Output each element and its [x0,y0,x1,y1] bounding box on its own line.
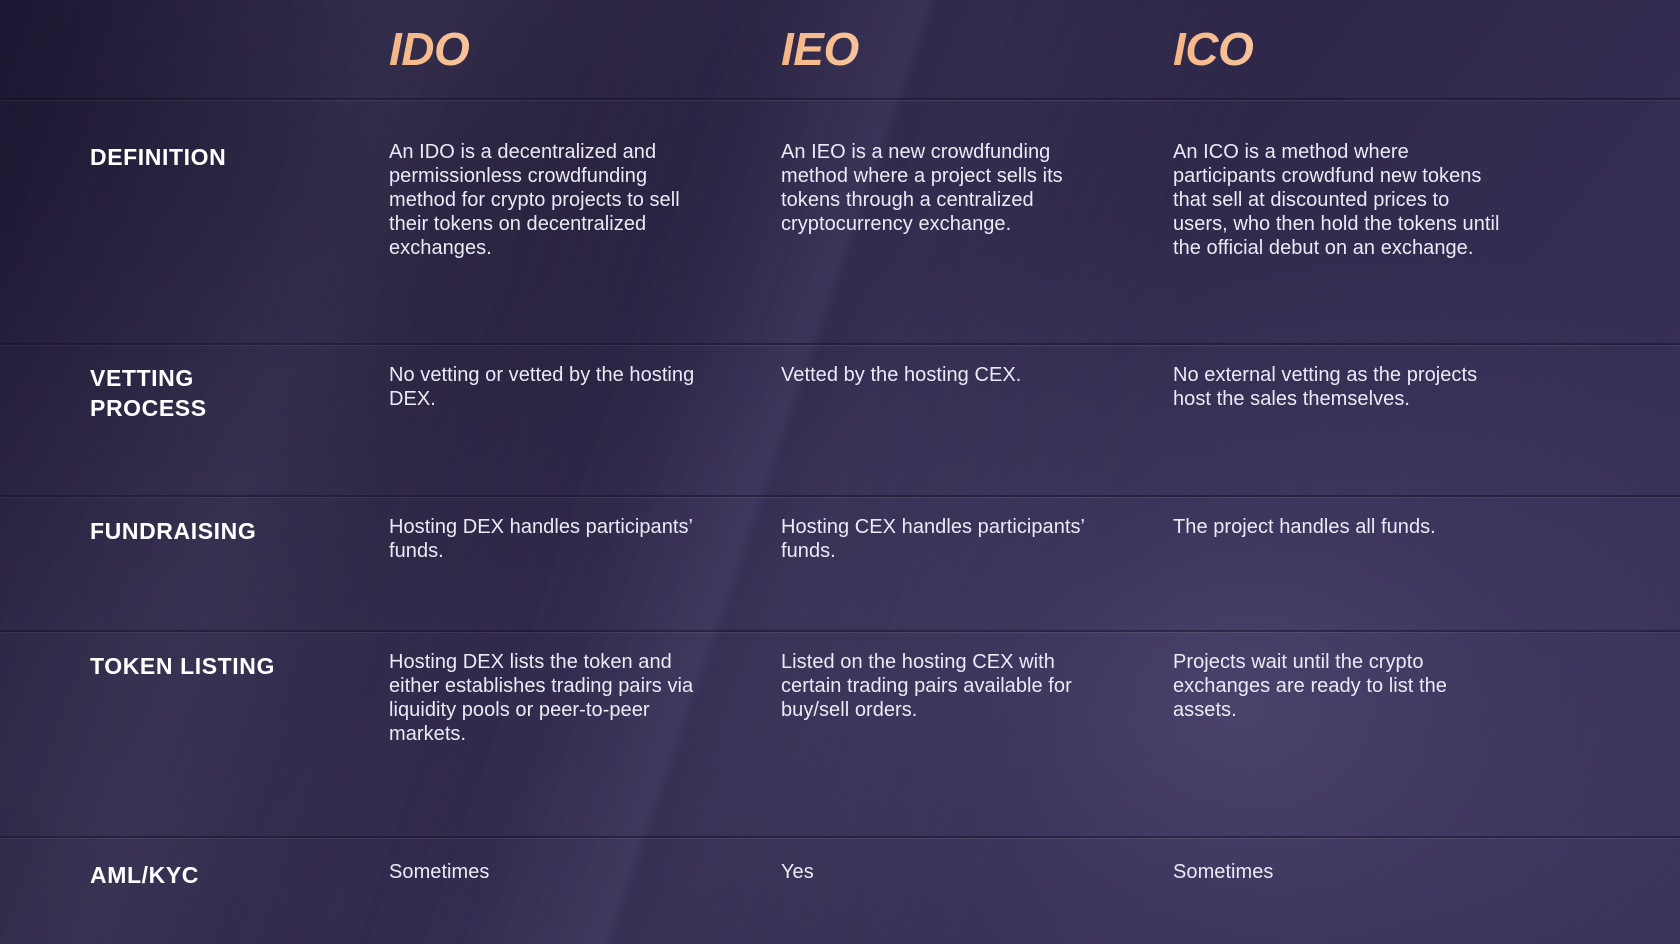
row-divider-1 [0,343,1680,346]
row-divider-3 [0,630,1680,633]
cell-token-listing-ido: Hosting DEX lists the token and either e… [389,651,694,745]
row-label-token-listing: TOKEN LISTING [90,653,275,679]
table-header-row: IDO IEO ICO [0,0,1680,100]
cell-fundraising-ido: Hosting DEX handles participants’ funds. [389,516,693,562]
table-row-definition: DEFINITION An IDO is a decentralized and… [0,100,1680,345]
row-label-definition: DEFINITION [90,144,227,170]
column-header-ieo: IEO [781,26,1111,72]
cell-definition-ico: An ICO is a method where participants cr… [1173,141,1500,259]
cell-fundraising-ieo: Hosting CEX handles participants’ funds. [781,516,1085,562]
row-label-vetting-process: VETTING PROCESS [90,365,207,422]
row-divider-header [0,98,1680,101]
cell-vetting-process-ido: No vetting or vetted by the hosting DEX. [389,364,695,410]
table-row-token-listing: TOKEN LISTING Hosting DEX lists the toke… [0,632,1680,838]
cell-definition-ido: An IDO is a decentralized and permission… [389,141,680,259]
table-row-aml-kyc: AML/KYC Sometimes Yes Sometimes [0,838,1680,944]
cell-token-listing-ieo: Listed on the hosting CEX with certain t… [781,651,1072,721]
infographic-canvas: IDO IEO ICO DEFINITION An IDO is a decen… [0,0,1680,944]
comparison-table: IDO IEO ICO DEFINITION An IDO is a decen… [0,0,1680,944]
cell-aml-kyc-ico: Sometimes [1173,861,1274,883]
column-header-ico: ICO [1173,26,1503,72]
column-header-ido: IDO [389,26,719,72]
row-label-aml-kyc: AML/KYC [90,862,199,888]
cell-vetting-process-ico: No external vetting as the projects host… [1173,364,1478,410]
row-divider-2 [0,495,1680,498]
cell-aml-kyc-ido: Sometimes [389,861,490,883]
cell-aml-kyc-ieo: Yes [781,861,814,883]
cell-definition-ieo: An IEO is a new crowdfunding method wher… [781,141,1063,235]
row-label-fundraising: FUNDRAISING [90,518,257,544]
table-row-vetting-process: VETTING PROCESS No vetting or vetted by … [0,345,1680,497]
cell-vetting-process-ieo: Vetted by the hosting CEX. [781,364,1022,386]
row-divider-4 [0,836,1680,839]
table-row-fundraising: FUNDRAISING Hosting DEX handles particip… [0,497,1680,632]
cell-token-listing-ico: Projects wait until the crypto exchanges… [1173,651,1447,721]
cell-fundraising-ico: The project handles all funds. [1173,516,1436,538]
